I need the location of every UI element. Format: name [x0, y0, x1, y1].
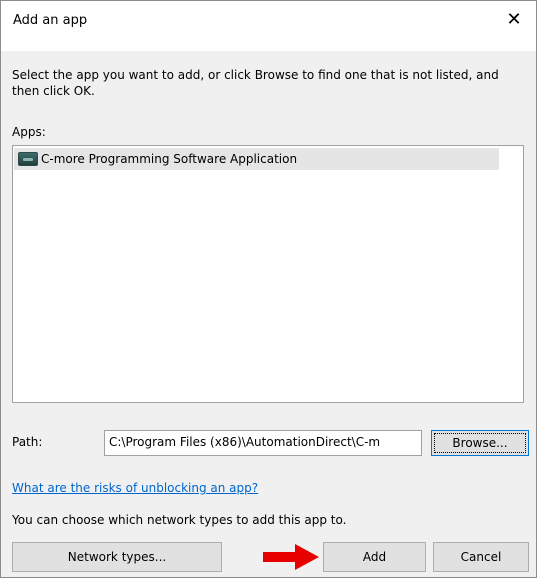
cancel-button[interactable]: Cancel — [433, 542, 529, 572]
title-bar: Add an app ✕ — [1, 1, 536, 41]
dialog-body: Select the app you want to add, or click… — [1, 51, 536, 577]
add-app-dialog: Add an app ✕ Select the app you want to … — [0, 0, 537, 578]
dialog-title: Add an app — [13, 13, 88, 28]
network-types-text: You can choose which network types to ad… — [12, 513, 347, 527]
path-label: Path: — [12, 435, 43, 449]
risk-link[interactable]: What are the risks of unblocking an app? — [12, 481, 258, 495]
path-field[interactable]: C:\Program Files (x86)\AutomationDirect\… — [104, 430, 422, 456]
red-arrow-icon — [263, 544, 319, 570]
add-button[interactable]: Add — [323, 542, 426, 572]
dialog-description: Select the app you want to add, or click… — [12, 68, 499, 98]
browse-button[interactable]: Browse... — [431, 430, 529, 456]
apps-list[interactable]: C-more Programming Software Application — [12, 145, 524, 403]
network-types-button[interactable]: Network types... — [12, 542, 222, 572]
apps-label: Apps: — [12, 125, 46, 139]
c-more-app-icon — [18, 152, 38, 166]
app-name: C-more Programming Software Application — [41, 152, 298, 166]
close-icon[interactable]: ✕ — [492, 1, 536, 37]
list-item[interactable]: C-more Programming Software Application — [14, 148, 499, 170]
